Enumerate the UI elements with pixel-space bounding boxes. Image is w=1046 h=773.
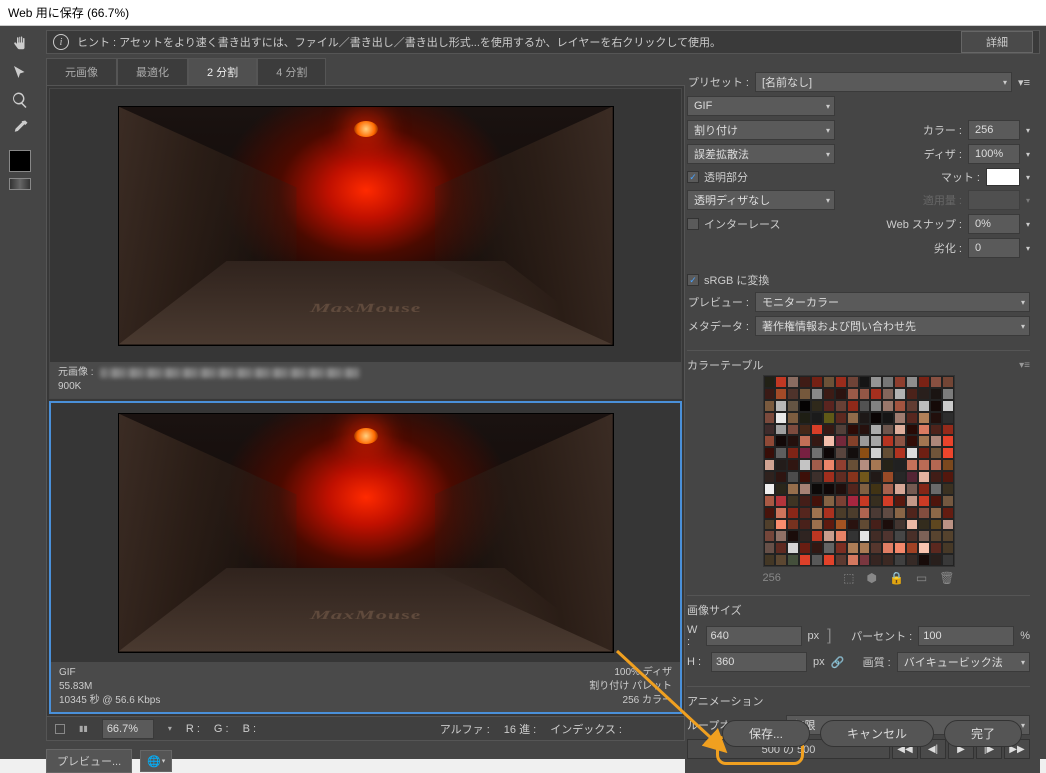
metadata-select[interactable]: 著作権情報および問い合わせ先▾ (755, 316, 1030, 336)
preset-menu-icon[interactable]: ▾≡ (1018, 76, 1030, 89)
titlebar: Web 用に保存 (66.7%) (0, 0, 1046, 26)
trans-amount-label: 適用量 : (841, 192, 962, 208)
hint-text: ヒント : アセットをより速く書き出すには、ファイル／書き出し／書き出し形式..… (77, 34, 953, 50)
dither-method-select[interactable]: 誤差拡散法▾ (687, 144, 835, 164)
lossy-select[interactable]: 0 (968, 238, 1020, 258)
g-label: G : (214, 723, 229, 735)
matte-label: マット : (754, 169, 980, 185)
srgb-checkbox[interactable]: ✓sRGB に変換 (687, 272, 769, 288)
toggle-slices-icon[interactable] (55, 724, 65, 734)
hand-tool[interactable] (6, 32, 34, 56)
opt-method: 割り付け パレット (589, 680, 672, 694)
preset-label: プリセット : (687, 74, 749, 90)
b-label: B : (243, 723, 256, 735)
websnap-select[interactable]: 0% (968, 214, 1020, 234)
preview-profile-select[interactable]: モニターカラー▾ (755, 292, 1030, 312)
orig-filename-blurred (100, 368, 360, 378)
height-input[interactable] (711, 652, 807, 672)
slice-select-tool[interactable] (6, 60, 34, 84)
left-toolbar (0, 26, 40, 759)
px-unit: px (808, 630, 820, 642)
ct-locate-icon[interactable]: ⬚ (843, 571, 854, 585)
tab-original[interactable]: 元画像 (46, 58, 117, 85)
colortable-title: カラーテーブル (687, 357, 763, 373)
cancel-button[interactable]: キャンセル (820, 720, 934, 747)
preview-profile-label: プレビュー : (687, 294, 749, 310)
opt-dither: 100% ディザ (589, 666, 672, 680)
dither-label: ディザ : (841, 146, 962, 162)
percent-label: パーセント : (851, 628, 912, 644)
ct-shift-icon[interactable]: ⬢ (866, 571, 876, 585)
ct-delete-icon[interactable]: 🗑 (939, 571, 954, 585)
width-input[interactable] (706, 626, 802, 646)
hex-label: 16 進 : (504, 721, 536, 737)
imagesize-title: 画像サイズ (687, 602, 742, 618)
eyedropper-tool[interactable] (6, 116, 34, 140)
preview-pane-optimized[interactable]: MaxMouse GIF 55.83M 10345 秒 @ 56.6 Kbps … (49, 401, 682, 714)
info-icon: i (53, 34, 69, 50)
interlaced-checkbox[interactable]: インターレース (687, 216, 780, 232)
trans-amount-value (968, 190, 1020, 210)
colors-select[interactable]: 256 (968, 120, 1020, 140)
preview-image-original: MaxMouse (119, 107, 613, 345)
r-label: R : (186, 723, 200, 735)
constrain-link-icon[interactable]: ] (825, 627, 833, 645)
dither-amount-select[interactable]: 100% (968, 144, 1020, 164)
ct-lock-icon[interactable]: 🔒 (889, 571, 904, 585)
colors-label: カラー : (841, 122, 962, 138)
slice-visibility-toggle[interactable] (9, 178, 31, 190)
percent-unit: % (1020, 630, 1030, 642)
orig-label: 元画像 : (58, 366, 94, 380)
format-select[interactable]: GIF▾ (687, 96, 835, 116)
websnap-label: Web スナップ : (786, 216, 962, 232)
status-stepper-icon: ▮▮ (79, 724, 88, 733)
opt-size: 55.83M (59, 680, 160, 694)
status-bar: ▮▮ ▾ R : G : B : アルファ : 16 進 : インデックス : (46, 717, 685, 741)
color-reduction-select[interactable]: 割り付け▾ (687, 120, 835, 140)
preview-browser-menu[interactable]: 🌐▾ (140, 750, 172, 772)
zoom-tool[interactable] (6, 88, 34, 112)
hint-bar: i ヒント : アセットをより速く書き出すには、ファイル／書き出し／書き出し形式… (46, 30, 1040, 54)
quality-select[interactable]: バイキュービック法▾ (897, 652, 1030, 672)
percent-input[interactable] (918, 626, 1014, 646)
px-unit2: px (813, 656, 825, 668)
metadata-label: メタデータ : (687, 318, 749, 334)
w-label: W : (687, 624, 700, 648)
quality-label: 画質 : (863, 654, 891, 670)
color-table[interactable] (763, 375, 955, 567)
window-title: Web 用に保存 (66.7%) (8, 4, 129, 21)
tab-optimized[interactable]: 最適化 (117, 58, 188, 85)
details-button[interactable]: 詳細 (961, 31, 1033, 53)
tab-4up[interactable]: 4 分割 (257, 58, 326, 85)
orig-size: 900K (58, 380, 360, 394)
transparency-checkbox[interactable]: ✓透明部分 (687, 169, 748, 185)
preview-image-optimized: MaxMouse (119, 414, 613, 652)
globe-icon: 🌐 (147, 755, 161, 768)
colortable-menu-icon[interactable]: ▾≡ (1019, 360, 1030, 371)
zoom-caret-icon[interactable]: ▾ (168, 724, 172, 733)
save-button[interactable]: 保存... (722, 720, 810, 747)
eyedropper-color-swatch[interactable] (9, 150, 31, 172)
transparency-dither-select[interactable]: 透明ディザなし▾ (687, 190, 835, 210)
lossy-label: 劣化 : (934, 240, 962, 256)
matte-color-swatch[interactable] (986, 168, 1020, 186)
h-label: H : (687, 656, 705, 668)
animation-title: アニメーション (687, 693, 764, 709)
done-button[interactable]: 完了 (944, 720, 1022, 747)
ct-new-icon[interactable]: ▭ (916, 571, 927, 585)
index-label: インデックス : (550, 721, 622, 737)
browser-preview-button[interactable]: プレビュー... (46, 749, 132, 773)
view-tabs: 元画像 最適化 2 分割 4 分割 (46, 58, 685, 85)
tab-2up[interactable]: 2 分割 (188, 58, 257, 85)
preview-pane-original[interactable]: MaxMouse 元画像 : 900K (49, 88, 682, 399)
opt-time: 10345 秒 @ 56.6 Kbps (59, 694, 160, 708)
opt-format: GIF (59, 666, 160, 680)
zoom-input[interactable] (102, 719, 154, 739)
alpha-label: アルファ : (440, 721, 490, 737)
opt-colors: 256 カラー (589, 694, 672, 708)
colortable-count: 256 (763, 572, 781, 584)
preset-select[interactable]: [名前なし]▾ (755, 72, 1012, 92)
preview-area: MaxMouse 元画像 : 900K (46, 85, 685, 717)
